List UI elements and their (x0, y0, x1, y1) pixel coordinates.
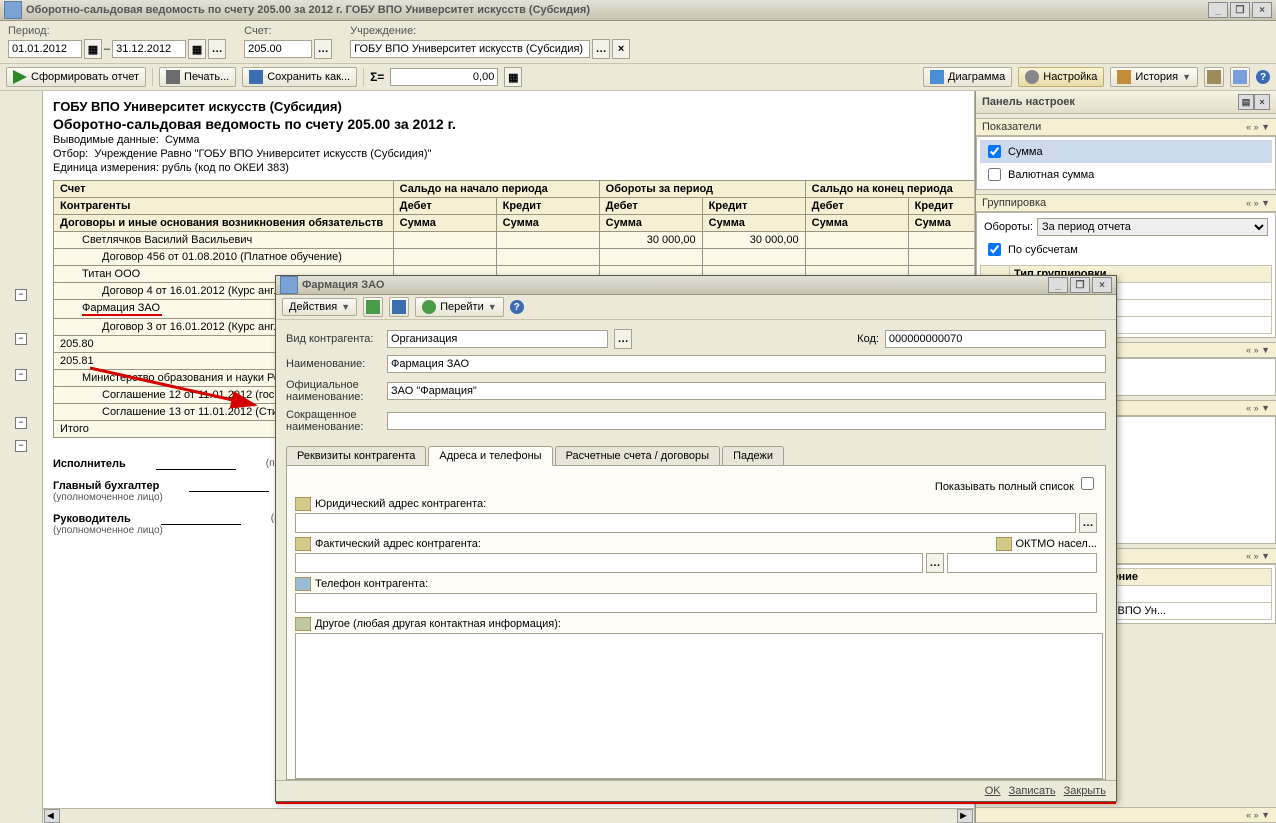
maximize-button[interactable]: ❐ (1230, 2, 1250, 18)
history-button[interactable]: История▼ (1110, 67, 1198, 87)
run-report-button[interactable]: Сформировать отчет (6, 67, 146, 87)
minimize-button[interactable]: _ (1208, 2, 1228, 18)
oktmo-input[interactable] (947, 553, 1097, 573)
modal-icon (280, 276, 298, 294)
diagram-button[interactable]: Диаграмма (923, 67, 1012, 87)
cur-checkbox[interactable] (988, 168, 1001, 181)
modal-tabs: Реквизиты контрагента Адреса и телефоны … (286, 446, 1106, 466)
modal-minimize[interactable]: _ (1048, 277, 1068, 293)
type-input[interactable] (387, 330, 608, 348)
panel-close-button[interactable]: × (1254, 94, 1270, 110)
other-textarea[interactable] (295, 633, 1103, 779)
official-name-input[interactable] (387, 382, 1106, 400)
tree-collapse-4[interactable]: − (15, 417, 27, 429)
show-full-checkbox[interactable] (1081, 477, 1094, 490)
tree-gutter: − − − − − (0, 91, 43, 823)
sigma-input[interactable] (390, 68, 498, 86)
indicator-currency[interactable]: Валютная сумма (980, 163, 1272, 186)
refresh-icon[interactable] (363, 297, 383, 317)
toolbar: Сформировать отчет Печать... Сохранить к… (0, 64, 1276, 91)
period-to-input[interactable] (112, 40, 186, 58)
other-icon (295, 617, 311, 631)
modal-close[interactable]: × (1092, 277, 1112, 293)
tab-page: Показывать полный список Юридический адр… (286, 466, 1106, 780)
name-input[interactable] (387, 355, 1106, 373)
modal-help[interactable]: ? (510, 300, 524, 314)
tab-accounts[interactable]: Расчетные счета / договоры (555, 446, 721, 465)
sigma-calc[interactable]: ▦ (504, 67, 522, 87)
phone-input[interactable] (295, 593, 1097, 613)
save-as-button[interactable]: Сохранить как... (242, 67, 357, 87)
period-to-picker[interactable]: ▦ (188, 39, 206, 59)
tab-requisites[interactable]: Реквизиты контрагента (286, 446, 426, 465)
account-input[interactable] (244, 40, 312, 58)
org-select[interactable]: … (592, 39, 610, 59)
period-from-input[interactable] (8, 40, 82, 58)
fact-address-select[interactable]: … (926, 553, 944, 573)
write-button[interactable]: Записать (1009, 785, 1056, 797)
filter-bar: Период: ▦ – ▦ … Счет: … Учреждение: … × (0, 21, 1276, 64)
period-select[interactable]: … (208, 39, 226, 59)
period-label: Период: (8, 25, 226, 37)
tab-cases[interactable]: Падежи (722, 446, 784, 465)
sub-checkbox[interactable] (988, 243, 1001, 256)
tree-collapse-1[interactable]: − (15, 289, 27, 301)
short-name-input[interactable] (387, 412, 1106, 430)
address-icon (295, 537, 311, 551)
close-button[interactable]: × (1252, 2, 1272, 18)
tree-collapse-2[interactable]: − (15, 333, 27, 345)
indicator-sum[interactable]: Сумма (980, 140, 1272, 163)
code-input[interactable] (885, 330, 1106, 348)
close-link[interactable]: Закрыть (1064, 785, 1106, 797)
fact-address-input[interactable] (295, 553, 923, 573)
contractor-modal: Фармация ЗАО _ ❐ × Действия▼ Перейти▼ ? … (275, 275, 1117, 802)
goto-menu[interactable]: Перейти▼ (415, 297, 504, 317)
oktmo-icon (996, 537, 1012, 551)
phone-icon (295, 577, 311, 591)
report-title: Оборотно-сальдовая ведомость по счету 20… (53, 116, 964, 132)
grp-collapse[interactable]: « » ▼ (1246, 198, 1270, 208)
save-icon[interactable] (389, 297, 409, 317)
legal-address-select[interactable]: … (1079, 513, 1097, 533)
account-label: Счет: (244, 25, 332, 37)
h-scrollbar[interactable]: ◄► (43, 808, 974, 823)
table-row[interactable]: Светлячков Василий Васильевич30 000,0030… (54, 232, 976, 249)
org-clear[interactable]: × (612, 39, 630, 59)
table-row[interactable]: Договор 456 от 01.08.2010 (Платное обуче… (54, 249, 976, 266)
actions-menu[interactable]: Действия▼ (282, 298, 357, 316)
ok-button[interactable]: OK (985, 785, 1001, 797)
period-from-picker[interactable]: ▦ (84, 39, 102, 59)
sigma-icon: Σ= (370, 70, 384, 84)
window-title: Оборотно-сальдовая ведомость по счету 20… (26, 4, 590, 16)
ind-collapse[interactable]: « » ▼ (1246, 122, 1270, 132)
print-button[interactable]: Печать... (159, 67, 236, 87)
help-button[interactable]: ? (1256, 70, 1270, 84)
app-icon (4, 1, 22, 19)
show-full-label[interactable]: Показывать полный список (935, 481, 1097, 493)
address-icon (295, 497, 311, 511)
panel-edit-icon[interactable]: ▤ (1238, 94, 1254, 110)
turn-period-select[interactable]: За период отчета (1037, 218, 1268, 236)
tab-addresses[interactable]: Адреса и телефоны (428, 446, 552, 466)
account-select[interactable]: … (314, 39, 332, 59)
org-input[interactable] (350, 40, 590, 58)
org-label: Учреждение: (350, 25, 630, 37)
rearrange-button[interactable] (1204, 67, 1224, 87)
modal-maximize[interactable]: ❐ (1070, 277, 1090, 293)
modal-title: Фармация ЗАО (302, 279, 384, 291)
sum-checkbox[interactable] (988, 145, 1001, 158)
main-titlebar: Оборотно-сальдовая ведомость по счету 20… (0, 0, 1276, 21)
settings-toggle-button[interactable]: Настройка (1018, 67, 1104, 87)
layout-button[interactable] (1230, 67, 1250, 87)
tree-collapse-3[interactable]: − (15, 369, 27, 381)
legal-address-input[interactable] (295, 513, 1076, 533)
report-subtitle: ГОБУ ВПО Университет искусств (Субсидия) (53, 99, 964, 114)
panel-title: Панель настроек (982, 96, 1075, 108)
tree-collapse-5[interactable]: − (15, 440, 27, 452)
type-select[interactable]: … (614, 329, 632, 349)
